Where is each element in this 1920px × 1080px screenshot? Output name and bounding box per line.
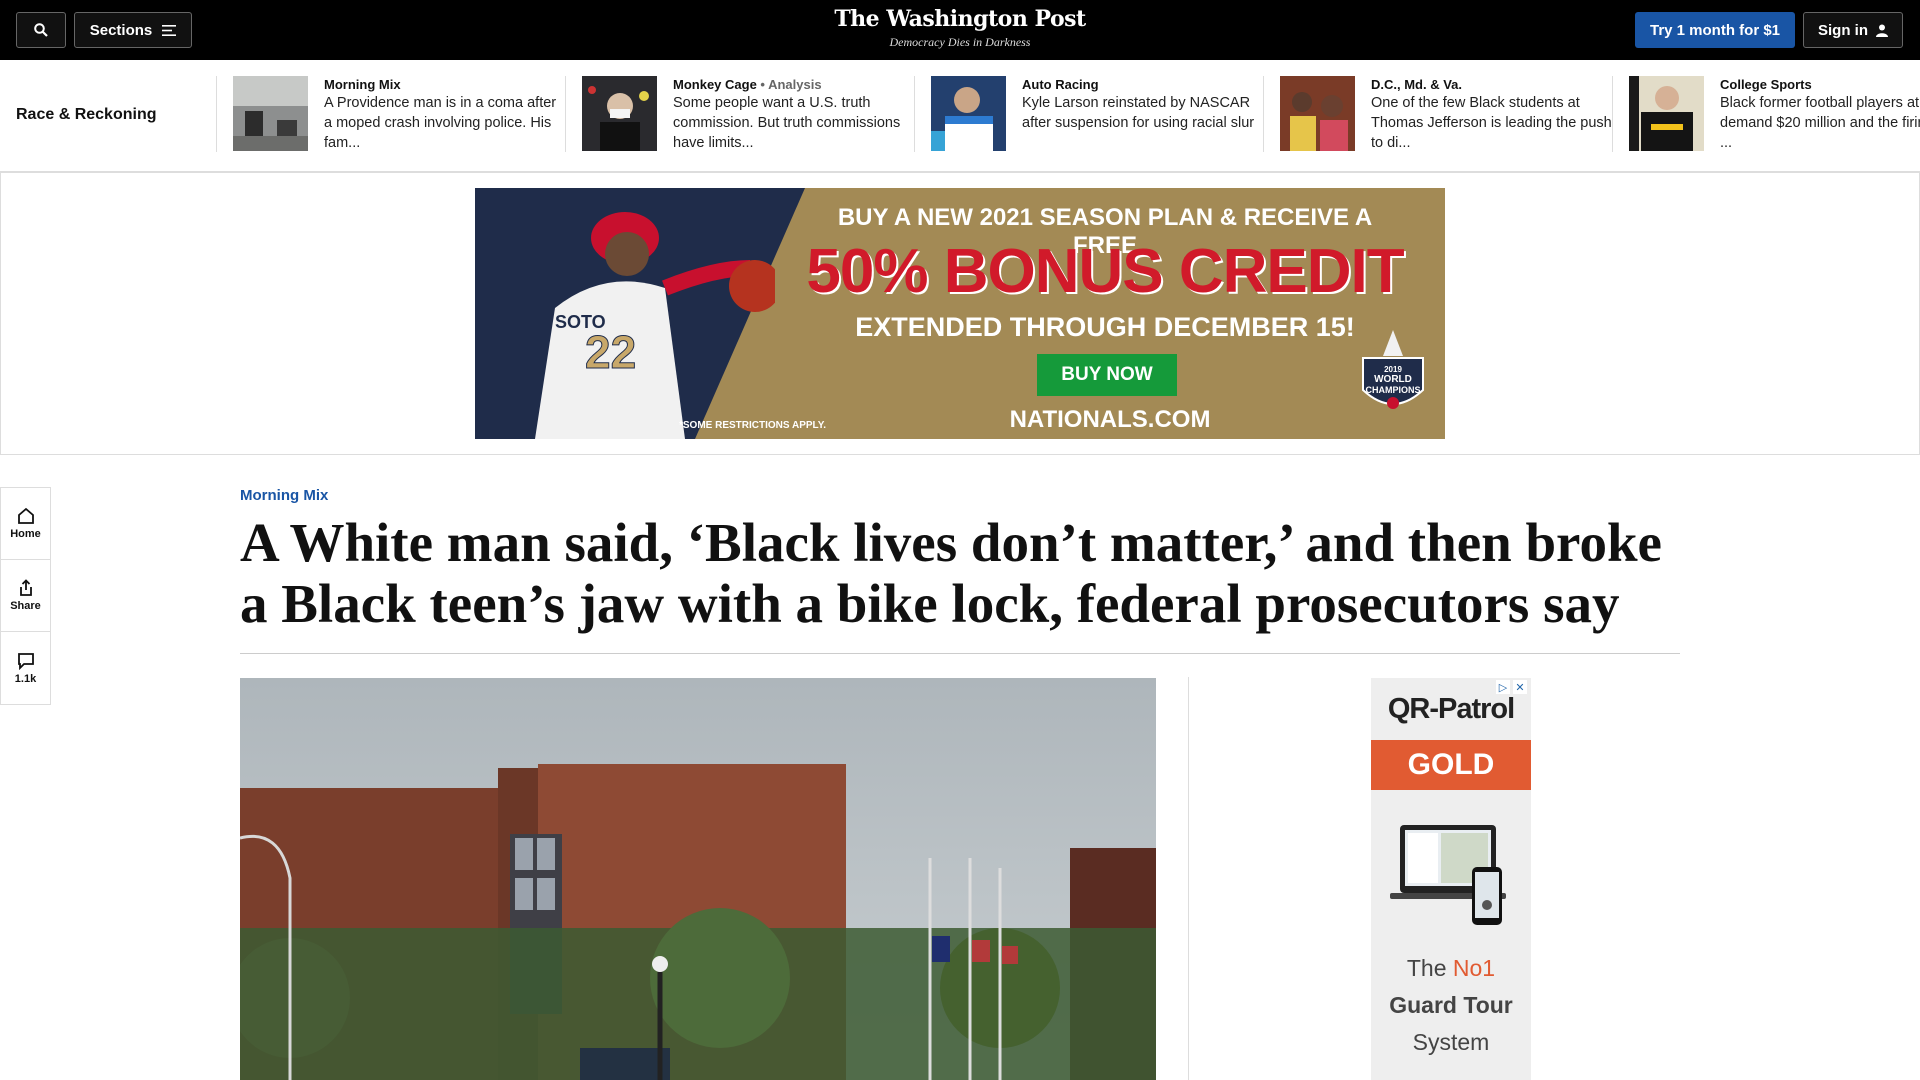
logo-title: The Washington Post: [834, 6, 1086, 32]
nationals-ad-banner[interactable]: 22 SOTO BUY A NEW 2021 SEASON PLAN & REC…: [475, 188, 1445, 439]
ad-url: NATIONALS.COM: [1009, 406, 1211, 433]
ad-tagline: The No1 Guard Tour System: [1371, 950, 1531, 1061]
rail-thumbnail[interactable]: [1280, 76, 1355, 151]
rail-kicker[interactable]: Monkey Cage: [673, 77, 757, 92]
rail-title[interactable]: Race & Reckoning: [16, 106, 156, 124]
jersey-number: 22: [585, 326, 636, 378]
ad-line-2: 50% BONUS CREDIT: [806, 237, 1404, 306]
menu-icon: [162, 24, 177, 36]
rail-kicker[interactable]: Morning Mix: [324, 77, 401, 92]
comments-count: 1.1k: [14, 672, 37, 685]
pitcher-illustration: 22 SOTO: [535, 212, 775, 439]
article-headline: A White man said, ‘Black lives don’t mat…: [240, 512, 1662, 634]
article-lead-photo[interactable]: [240, 678, 1156, 1080]
sections-label: Sections: [89, 21, 153, 39]
ad-text-system: System: [1412, 1029, 1490, 1055]
qr-patrol-side-ad[interactable]: ▷ ✕ QR-Patrol GOLD The No1 Guard Tour Sy…: [1371, 678, 1531, 1080]
home-icon: [17, 507, 34, 524]
ad-buy-now-button[interactable]: BUY NOW: [1037, 354, 1177, 396]
rail-thumbnail[interactable]: [233, 76, 308, 151]
share-icon: [19, 579, 32, 596]
rail-item[interactable]: D.C., Md. & Va. One of the few Black stu…: [1263, 76, 1613, 152]
rail-headline[interactable]: Black former football players at Iowa de…: [1720, 93, 1920, 153]
person-icon: [1876, 24, 1888, 37]
comment-icon: [17, 652, 34, 670]
rail-kicker[interactable]: College Sports: [1720, 77, 1812, 92]
search-button[interactable]: [16, 12, 66, 48]
comments-button[interactable]: 1.1k: [1, 632, 50, 704]
rail-headline[interactable]: Some people want a U.S. truth commission…: [673, 93, 915, 153]
rail-item[interactable]: Auto Racing Kyle Larson reinstated by NA…: [914, 76, 1264, 152]
headline-divider: [240, 653, 1680, 654]
ad-text-the: The: [1406, 955, 1447, 981]
search-icon: [34, 23, 48, 37]
home-label: Home: [10, 528, 41, 540]
rail-thumbnail[interactable]: [931, 76, 1006, 151]
rail-kicker[interactable]: D.C., Md. & Va.: [1371, 77, 1462, 92]
rail-item[interactable]: Monkey Cage • Analysis Some people want …: [565, 76, 915, 152]
jersey-name: SOTO: [555, 312, 606, 332]
badge-year: 2019: [1384, 365, 1402, 374]
ad-choices[interactable]: ▷ ✕: [1496, 680, 1527, 694]
site-logo[interactable]: The Washington Post Democracy Dies in Da…: [810, 6, 1110, 50]
article-utility-bar: Home Share 1.1k: [0, 487, 51, 705]
article-kicker[interactable]: Morning Mix: [240, 487, 328, 504]
badge-line-1: WORLD: [1374, 374, 1412, 385]
home-button[interactable]: Home: [1, 488, 50, 560]
ad-gold-banner: GOLD: [1371, 740, 1531, 790]
world-champions-badge: 2019 WORLD CHAMPIONS: [1362, 330, 1424, 409]
rail-item[interactable]: Morning Mix A Providence man is in a com…: [216, 76, 566, 152]
rail-kicker[interactable]: Auto Racing: [1022, 77, 1099, 92]
ad-text-guard-tour: Guard Tour: [1389, 992, 1513, 1018]
sections-button[interactable]: Sections: [74, 12, 192, 48]
rail-headline[interactable]: One of the few Black students at Thomas …: [1371, 93, 1613, 153]
logo-tagline: Democracy Dies in Darkness: [889, 35, 1031, 49]
ad-text-no1: No1: [1452, 955, 1496, 981]
race-reckoning-rail: Race & Reckoning Morning Mix A Providenc…: [0, 60, 1920, 172]
rail-item[interactable]: College Sports Black former football pla…: [1612, 76, 1920, 152]
rail-thumbnail[interactable]: [1629, 76, 1704, 151]
share-button[interactable]: Share: [1, 560, 50, 632]
rail-analysis-tag: • Analysis: [756, 77, 822, 92]
rail-thumbnail[interactable]: [582, 76, 657, 151]
adchoices-icon[interactable]: ▷: [1496, 680, 1510, 694]
subscribe-button[interactable]: Try 1 month for $1: [1635, 12, 1795, 48]
share-label: Share: [10, 600, 41, 612]
ad-close-icon[interactable]: ✕: [1513, 680, 1527, 694]
top-navigation-bar: Sections The Washington Post Democracy D…: [0, 0, 1920, 60]
column-divider: [1188, 677, 1189, 1080]
laptop-phone-illustration: [1390, 825, 1506, 925]
ad-device-illustration: [1371, 790, 1531, 950]
rail-headline[interactable]: A Providence man is in a coma after a mo…: [324, 93, 566, 153]
badge-line-2: CHAMPIONS: [1365, 385, 1420, 395]
ad-line-3: EXTENDED THROUGH DECEMBER 15!: [855, 312, 1355, 342]
ad-fine-print: *SOME RESTRICTIONS APPLY.: [679, 420, 827, 431]
rail-headline[interactable]: Kyle Larson reinstated by NASCAR after s…: [1022, 93, 1264, 133]
sign-in-label: Sign in: [1818, 21, 1868, 39]
sign-in-button[interactable]: Sign in: [1803, 12, 1903, 48]
top-ad-slot: 22 SOTO BUY A NEW 2021 SEASON PLAN & REC…: [0, 172, 1920, 455]
